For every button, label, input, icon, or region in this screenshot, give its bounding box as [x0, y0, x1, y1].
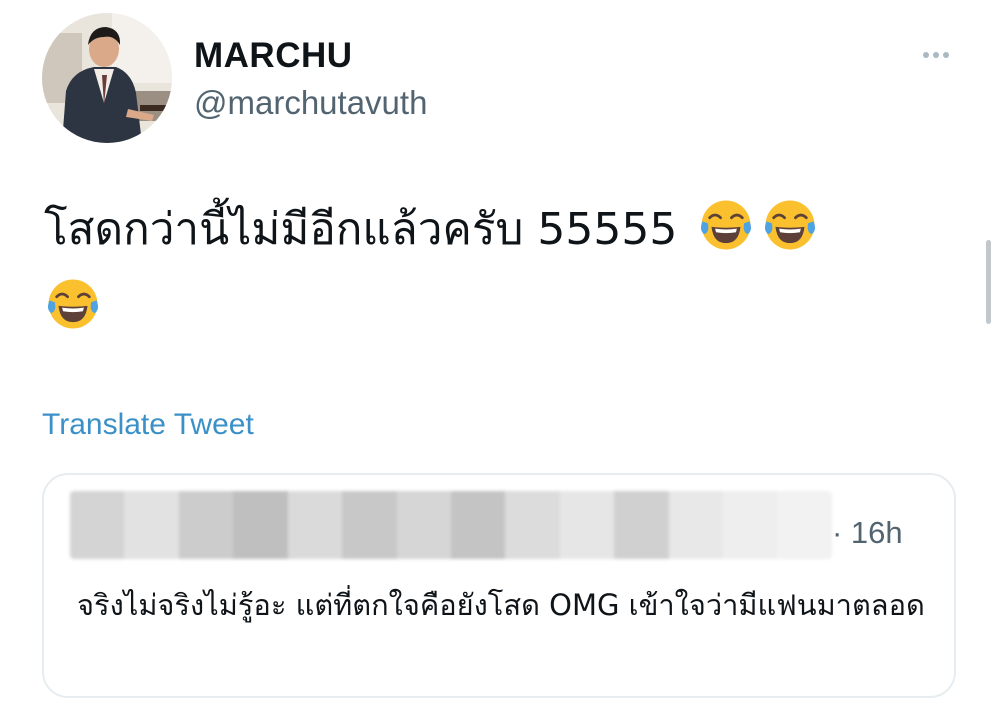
quoted-tweet-card[interactable]: · 16h จริงไม่จริงไม่รู้อะ แต่ที่ตกใจคือย… — [42, 473, 956, 698]
tweet-body: โสดกว่านี้ไม่มีอีกแล้วครับ 55555 — [44, 204, 678, 255]
face-with-tears-of-joy-emoji — [47, 279, 99, 329]
author-display-name[interactable]: MARCHU — [194, 36, 353, 76]
more-dot — [933, 52, 939, 58]
author-avatar[interactable] — [42, 13, 172, 143]
more-dot — [923, 52, 929, 58]
more-dot — [943, 52, 949, 58]
more-options-icon[interactable] — [914, 42, 958, 68]
quoted-author-redacted — [70, 491, 832, 559]
quoted-tweet-timestamp[interactable]: · 16h — [832, 515, 903, 551]
tweet-emoji-line — [44, 275, 102, 333]
face-with-tears-of-joy-emoji — [701, 200, 752, 250]
scrollbar-thumb[interactable] — [986, 240, 991, 324]
author-handle[interactable]: @marchutavuth — [194, 84, 427, 122]
quoted-tweet-text: จริงไม่จริงไม่รู้อะ แต่ที่ตกใจคือยังโสด … — [77, 588, 925, 622]
tweet-text-line: โสดกว่านี้ไม่มีอีกแล้วครับ 55555 — [44, 196, 944, 264]
face-with-tears-of-joy-emoji — [765, 200, 816, 250]
tweet: MARCHU @marchutavuth โสดกว่านี้ไม่มีอีกแ… — [0, 0, 1000, 712]
translate-tweet-link[interactable]: Translate Tweet — [42, 408, 254, 442]
avatar-photo — [42, 13, 172, 143]
